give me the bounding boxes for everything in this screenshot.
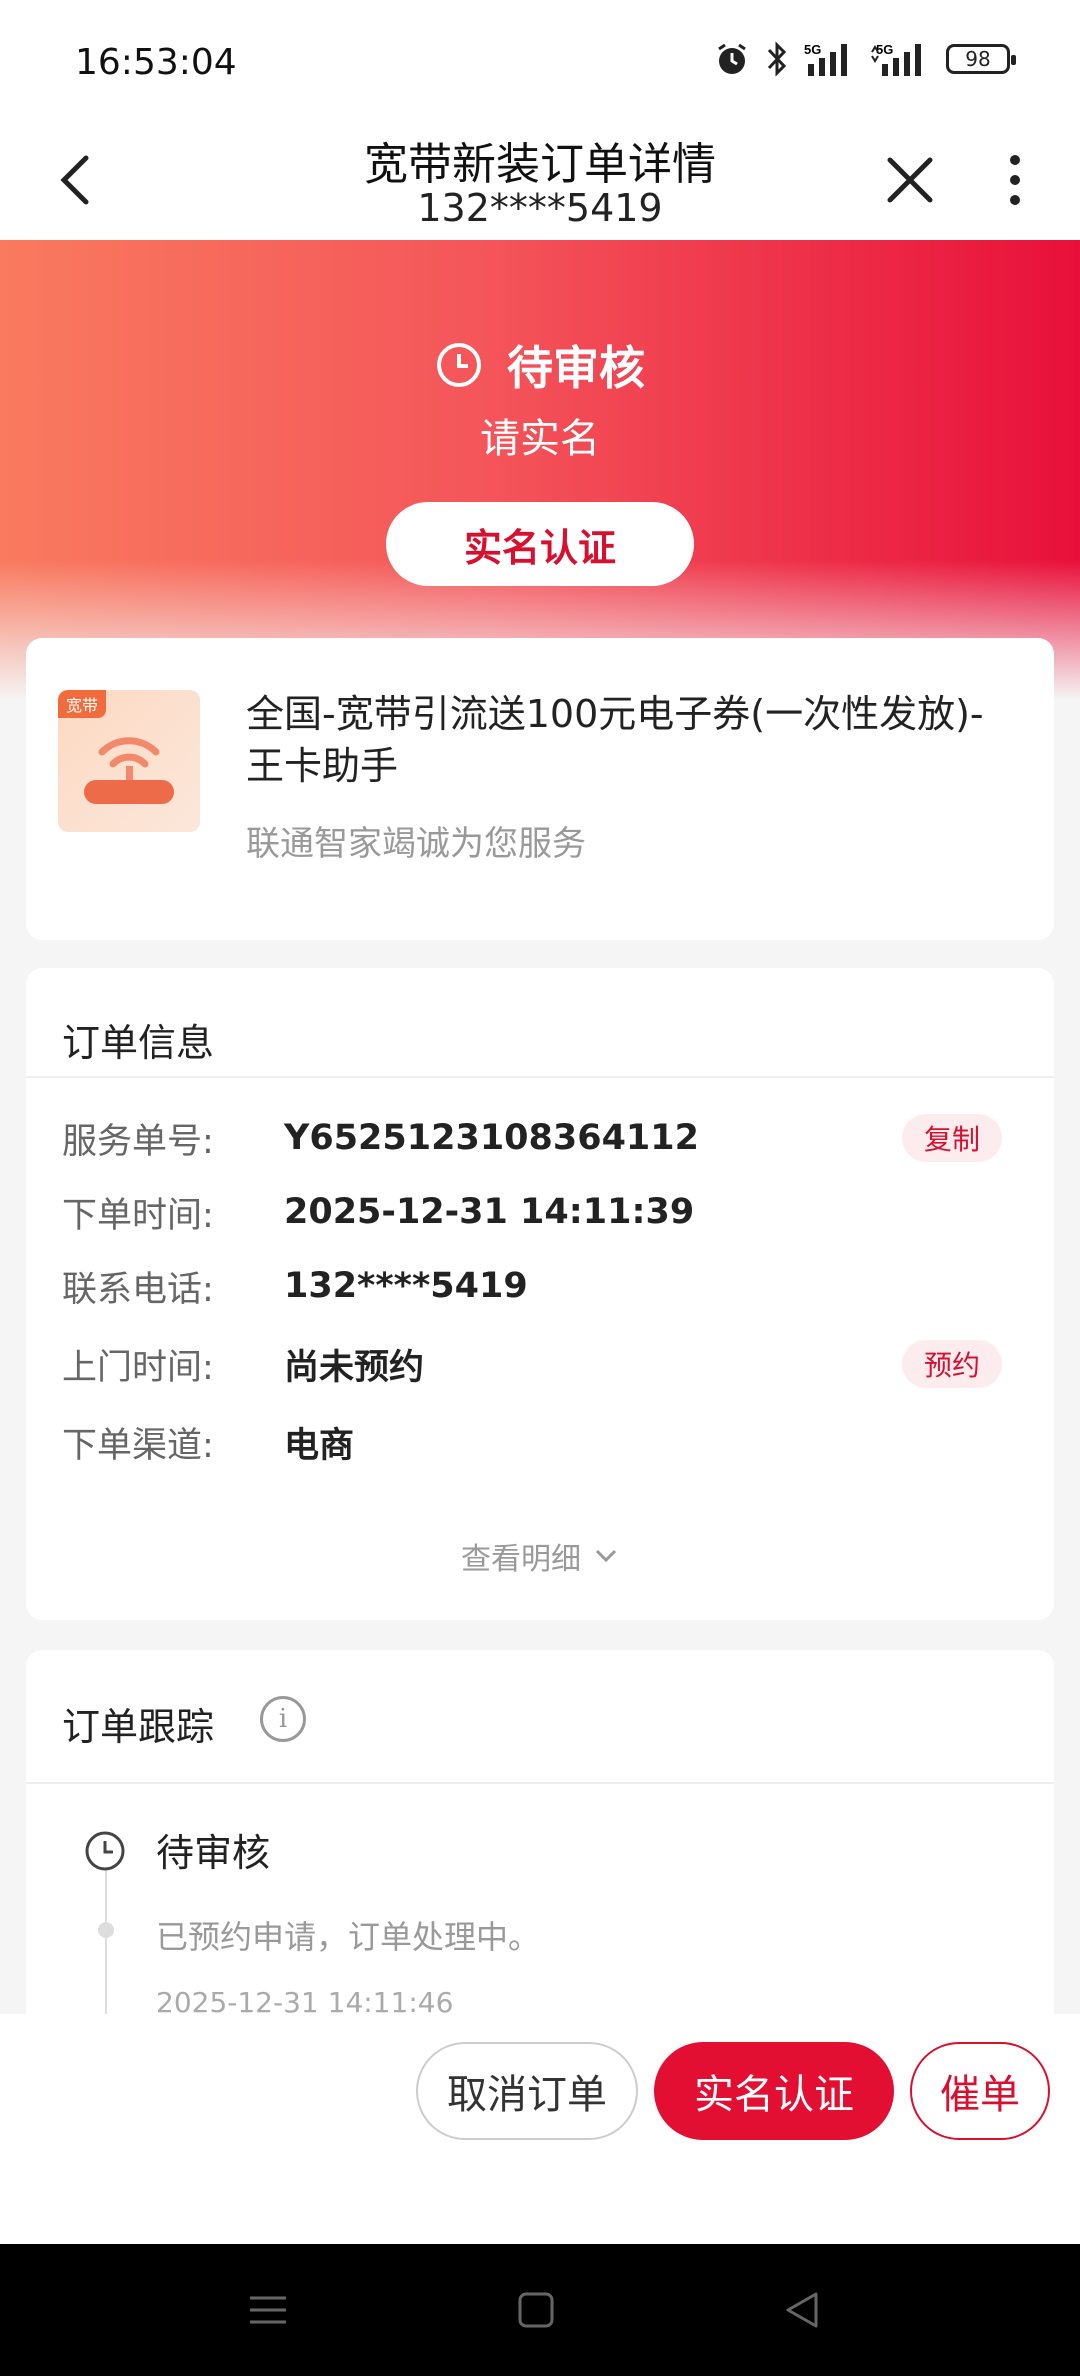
svg-text:5G: 5G (876, 42, 893, 57)
info-value: 尚未预约 (284, 1347, 425, 1388)
info-icon[interactable]: i (260, 1696, 306, 1742)
urge-order-button[interactable]: 催单 (910, 2042, 1050, 2140)
product-subtitle: 联通智家竭诚为您服务 (246, 824, 586, 864)
home-icon[interactable] (514, 2288, 558, 2332)
status-time: 16:53:04 (75, 42, 237, 83)
product-image: 宽带 (58, 690, 200, 832)
battery-icon: 98 (946, 44, 1016, 74)
close-icon[interactable] (880, 150, 940, 210)
divider (26, 1076, 1054, 1078)
schedule-button[interactable]: 预约 (901, 1340, 1002, 1388)
timeline-desc: 已预约申请，订单处理中。 (156, 1918, 541, 1956)
info-label: 下单渠道: (62, 1425, 214, 1466)
product-card[interactable]: 宽带 全国-宽带引流送100元电子券(一次性发放)-王卡助手 联通智家竭诚为您服… (26, 638, 1054, 940)
status-icons: 5G 5G 98 (714, 40, 1016, 78)
timeline-dot (98, 1922, 114, 1938)
chevron-down-icon (595, 1549, 617, 1563)
order-tracking-title: 订单跟踪 (62, 1705, 215, 1749)
order-info-title: 订单信息 (62, 1021, 215, 1065)
info-value: Y6525123108364112 (284, 1118, 699, 1158)
clock-icon (437, 343, 481, 387)
menu-icon[interactable] (246, 2288, 290, 2332)
alarm-icon (718, 43, 746, 74)
info-label: 下单时间: (62, 1195, 214, 1236)
product-title: 全国-宽带引流送100元电子券(一次性发放)-王卡助手 (246, 692, 984, 788)
order-status: 待审核 (0, 332, 1080, 398)
info-row-phone: 联系电话: 132****5419 (62, 1256, 1022, 1316)
bottom-action-bar: 取消订单 实名认证 催单 (0, 2014, 1080, 2244)
timeline-status: 待审核 (156, 1831, 271, 1875)
divider (26, 1782, 1054, 1784)
info-row-order-time: 下单时间: 2025-12-31 14:11:39 (62, 1182, 1022, 1242)
info-label: 服务单号: (62, 1121, 214, 1162)
info-label: 上门时间: (62, 1347, 214, 1388)
info-value: 电商 (284, 1425, 355, 1466)
copy-button[interactable]: 复制 (901, 1114, 1002, 1162)
status-banner: 待审核 请实名 实名认证 (0, 240, 1080, 700)
info-row-service-no: 服务单号: Y6525123108364112 复制 (62, 1108, 1022, 1168)
info-row-channel: 下单渠道: 电商 (62, 1412, 1022, 1472)
view-details-label: 查看明细 (461, 1542, 581, 1577)
nav-bar: 宽带新装订单详情 132****5419 (0, 120, 1080, 240)
info-value: 2025-12-31 14:11:39 (284, 1192, 695, 1232)
product-tag: 宽带 (58, 690, 107, 718)
system-nav-bar (0, 2244, 1080, 2376)
view-details-link[interactable]: 查看明细 (26, 1534, 1054, 1578)
5g-signal-icon: 5G (804, 42, 847, 76)
info-value: 132****5419 (284, 1266, 528, 1306)
order-status-text: 待审核 (507, 341, 645, 395)
order-tracking-card: 订单跟踪 i 待审核 已预约申请，订单处理中。 2025-12-31 14:11… (26, 1650, 1054, 2050)
5g-signal-icon: 5G (871, 42, 921, 76)
more-icon[interactable] (990, 148, 1040, 212)
order-info-card: 订单信息 服务单号: Y6525123108364112 复制 下单时间: 20… (26, 968, 1054, 1620)
battery-level: 98 (965, 47, 991, 71)
info-label: 联系电话: (62, 1269, 214, 1310)
back-nav-icon[interactable] (780, 2288, 824, 2332)
status-bar: 16:53:04 5G 5G 98 (0, 0, 1080, 120)
real-name-verify-button[interactable]: 实名认证 (654, 2042, 894, 2140)
svg-text:5G: 5G (804, 42, 821, 57)
real-name-verify-button[interactable]: 实名认证 (386, 502, 694, 586)
info-row-visit-time: 上门时间: 尚未预约 预约 (62, 1334, 1022, 1394)
cancel-order-button[interactable]: 取消订单 (416, 2042, 638, 2140)
order-status-hint: 请实名 (480, 416, 600, 462)
clock-icon (85, 1831, 125, 1871)
bluetooth-icon (767, 41, 787, 77)
